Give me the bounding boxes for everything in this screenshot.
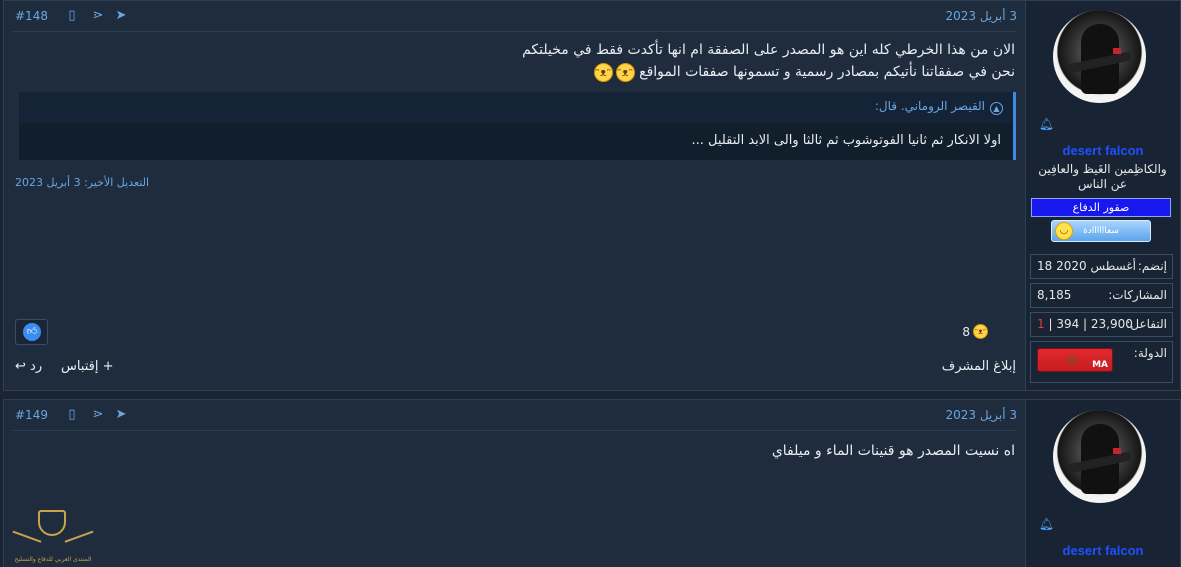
quote-author-link[interactable]: ▲القيصر الروماني. قال: (875, 99, 1003, 115)
arrow-up-icon: ▲ (990, 102, 1003, 115)
joined-row: إنضم: 18 أغسطس 2020 (1030, 254, 1173, 279)
share-icon[interactable]: ⋖ (90, 407, 106, 423)
like-button[interactable]: 👍︎ (15, 319, 48, 345)
reply-arrow-icon: ↩ (15, 359, 26, 374)
edited-note: التعديل الأخير: 3 أبريل 2023 (15, 176, 149, 189)
send-icon[interactable]: ➤ (113, 8, 129, 24)
user-sidebar: 🔔︎ desert falcon (1025, 400, 1180, 567)
laugh-emoji-icon: ᵔᴥᵔ (973, 324, 988, 339)
post-date[interactable]: 3 أبريل 2023 (945, 9, 1017, 23)
quote-button[interactable]: + إقتباس (61, 359, 114, 374)
post-date[interactable]: 3 أبريل 2023 (945, 408, 1017, 422)
morocco-flag: ✩ MA (1037, 348, 1113, 372)
post-header: 3 أبريل 2023 ➤ ⋖ ▯ #148 (13, 7, 1017, 27)
post-header: 3 أبريل 2023 ➤ ⋖ ▯ #149 (13, 406, 1017, 426)
post-content: 3 أبريل 2023 ➤ ⋖ ▯ #148 الان من هذا الخر… (4, 1, 1026, 390)
bell-icon[interactable]: 🔔︎ (1039, 117, 1054, 131)
user-sidebar: 🔔︎ desert falcon والكاظِمين الغَيظ والعا… (1025, 1, 1180, 390)
user-title: والكاظِمين الغَيظ والعافِين عن الناس (1038, 162, 1167, 191)
laugh-emoji-icon: ᵔᴥᵔ (615, 62, 635, 82)
user-avatar[interactable] (1053, 10, 1146, 103)
post-content: 3 أبريل 2023 ➤ ⋖ ▯ #149 اه نسيت المصدر ه… (4, 400, 1026, 567)
thumbs-up-icon: 👍︎ (23, 323, 41, 341)
country-row: الدولة: ✩ MA (1030, 341, 1173, 383)
reactions-row: التفاعل: 1 | 394 | 23,900 (1030, 312, 1173, 337)
post-body-line1: الان من هذا الخرطي كله اين هو المصدر على… (522, 42, 1015, 58)
bookmark-icon[interactable]: ▯ (64, 407, 80, 423)
reply-button[interactable]: رد ↩ (15, 359, 42, 374)
post-number[interactable]: #148 (15, 9, 48, 23)
post-148: 🔔︎ desert falcon والكاظِمين الغَيظ والعا… (3, 0, 1181, 391)
report-link[interactable]: إبلاغ المشرف (942, 359, 1016, 374)
quote-block: ▲القيصر الروماني. قال: اولا الانكار ثم ث… (19, 92, 1016, 160)
quote-body: اولا الانكار ثم ثانيا الفوتوشوب ثم ثالثا… (691, 133, 1001, 148)
share-icon[interactable]: ⋖ (90, 8, 106, 24)
laugh-emoji-icon: ᵔᴥᵔ (593, 62, 613, 82)
send-icon[interactable]: ➤ (113, 407, 129, 423)
user-avatar[interactable] (1053, 410, 1146, 503)
posts-row: المشاركات: 8,185 (1030, 283, 1173, 308)
username-link[interactable]: desert falcon (1026, 143, 1180, 158)
smile-icon: ◡ (1055, 222, 1073, 240)
username-link[interactable]: desert falcon (1026, 543, 1180, 558)
bell-icon[interactable]: 🔔︎ (1039, 517, 1054, 531)
site-logo-watermark: المنتدى العربي للدفاع والتسليح (12, 504, 94, 567)
post-149: 🔔︎ desert falcon 3 أبريل 2023 ➤ ⋖ ▯ #149… (3, 399, 1181, 567)
post-number[interactable]: #149 (15, 408, 48, 422)
post-body-line2: نحن في صفقاتنا نأتيكم بمصادر رسمية و تسم… (593, 62, 1015, 82)
post-body-line1: اه نسيت المصدر هو قنينات الماء و ميلفاي (771, 443, 1015, 459)
bookmark-icon[interactable]: ▯ (64, 8, 80, 24)
user-badge: ◡ سعاااااادة (1051, 220, 1151, 242)
user-banner: صقور الدفاع (1031, 198, 1171, 217)
reaction-summary[interactable]: 8 ᵔᴥᵔ (962, 321, 988, 340)
